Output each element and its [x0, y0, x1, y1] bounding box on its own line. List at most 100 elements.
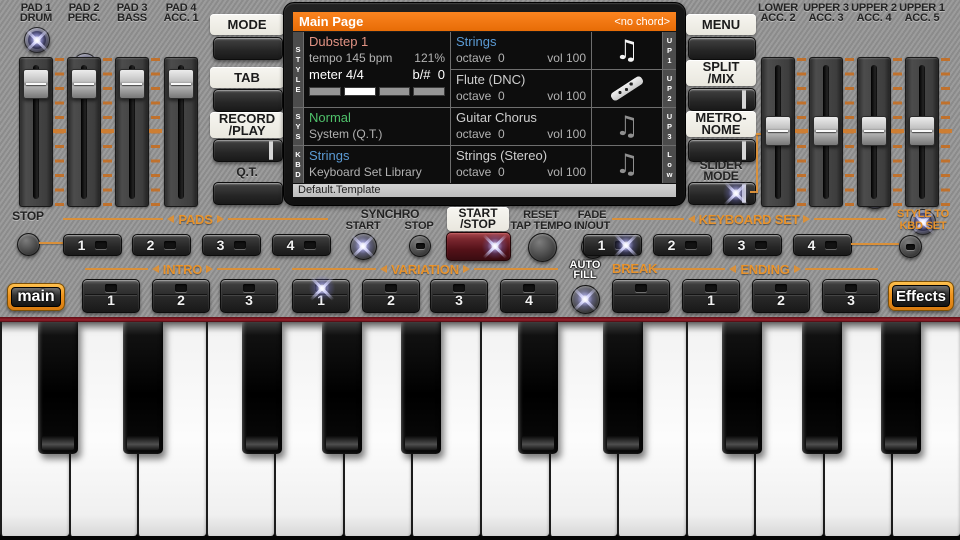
ending-button-3[interactable]: 3	[822, 279, 880, 313]
piano-black-key[interactable]	[401, 322, 441, 454]
pad1-fader-track	[19, 57, 53, 207]
piano-black-key[interactable]	[802, 322, 842, 454]
auto-fill-label: AUTO FILL	[558, 260, 612, 280]
style-info-cell[interactable]: Dubstep 1 tempo 145 bpm 121% meter 4/4 b…	[304, 32, 450, 107]
track-low-cell[interactable]: Strings (Stereo) octave 0 vol 100	[451, 146, 591, 183]
variation-button-4[interactable]: 4	[500, 279, 558, 313]
record-play-button[interactable]	[213, 139, 283, 162]
pad3-fader-track	[115, 57, 149, 207]
track-up2-cell[interactable]: Flute (DNC) octave 0 vol 100	[451, 70, 591, 107]
upper2-fader-handle[interactable]	[861, 116, 887, 146]
pad1-led-button[interactable]	[24, 27, 50, 53]
low-icon-cell: ♫	[592, 146, 662, 183]
indicator-slot	[825, 241, 837, 249]
synchro-start-button[interactable]	[350, 233, 377, 260]
low-side-label: Low	[663, 146, 676, 183]
mode-button[interactable]	[213, 37, 283, 60]
break-button[interactable]	[612, 279, 670, 313]
effects-button[interactable]: Effects	[888, 281, 954, 311]
piano-black-key[interactable]	[123, 322, 163, 454]
tap-tempo-label: TAP TEMPO	[508, 221, 574, 231]
pad-button-1[interactable]: 1	[63, 234, 122, 256]
intro-button-2[interactable]: 2	[152, 279, 210, 313]
ending-button-1[interactable]: 1	[682, 279, 740, 313]
track-up3-cell[interactable]: Guitar Chorus octave 0 vol 100	[451, 108, 591, 145]
template-status-bar: Default.Template	[293, 184, 676, 197]
upper2-fader-track	[857, 57, 891, 207]
indicator-slot	[685, 241, 697, 249]
intro-button-3[interactable]: 3	[220, 279, 278, 313]
indicator-slot	[635, 284, 647, 292]
start-stop-label-card: START /STOP	[447, 207, 509, 231]
pad-button-2[interactable]: 2	[132, 234, 191, 256]
upper1-fader-handle[interactable]	[909, 116, 935, 146]
piano-black-key[interactable]	[881, 322, 921, 454]
lit-led-icon	[568, 282, 602, 316]
style-to-kbd-set-button[interactable]	[899, 235, 922, 258]
slider-mode-label: SLIDER MODE	[686, 160, 756, 182]
piano-black-key[interactable]	[518, 322, 558, 454]
intro-button-1[interactable]: 1	[82, 279, 140, 313]
intro-group-label: INTRO	[85, 262, 280, 276]
sys-info-cell[interactable]: Normal System (Q.T.)	[304, 108, 450, 145]
auto-fill-button[interactable]	[571, 285, 600, 314]
connector-line	[756, 133, 758, 193]
variation-button-2[interactable]: 2	[362, 279, 420, 313]
synchro-stop-button[interactable]	[409, 235, 431, 257]
kbd-info-cell[interactable]: Strings Keyboard Set Library	[304, 146, 450, 183]
metronome-label-card: METRO- NOME	[686, 111, 756, 137]
tab-label-card: TAB	[210, 67, 284, 88]
upper3-fader-handle[interactable]	[813, 116, 839, 146]
pad3-fader-handle[interactable]	[119, 69, 145, 99]
style-tempo-pct: 121%	[414, 51, 445, 65]
note-icon: ♫	[615, 111, 639, 142]
pad-button-4[interactable]: 4	[272, 234, 331, 256]
main-display[interactable]: Main Page <no chord> STYLE Dubstep 1 tem…	[283, 2, 686, 206]
display-title: Main Page	[299, 14, 363, 29]
keyboard-set-button-4[interactable]: 4	[793, 234, 852, 256]
stacked-squares-icon	[742, 91, 746, 109]
pad4-fader-handle[interactable]	[168, 69, 194, 99]
slider-mode-button[interactable]	[688, 182, 756, 205]
track-up1-cell[interactable]: Strings octave 0 vol 100	[451, 32, 591, 69]
kbd-side-label: KBD	[293, 146, 303, 183]
up1-icon-cell: ♫	[592, 32, 662, 69]
indicator-slot	[105, 284, 117, 292]
style-accidentals: b/# 0	[412, 67, 445, 82]
menu-button[interactable]	[688, 37, 756, 60]
start-stop-button[interactable]	[446, 232, 511, 261]
piano-black-key[interactable]	[722, 322, 762, 454]
indicator-slot	[95, 241, 107, 249]
lower-fader-handle[interactable]	[765, 116, 791, 146]
stacked-squares-icon	[742, 185, 746, 203]
keyboard-set-button-3[interactable]: 3	[723, 234, 782, 256]
fader-scale-ticks	[151, 58, 160, 206]
variation-button-3[interactable]: 3	[430, 279, 488, 313]
piano-black-key[interactable]	[242, 322, 282, 454]
upper1-fader-track	[905, 57, 939, 207]
keyboard-set-button-2[interactable]: 2	[653, 234, 712, 256]
pad1-fader-handle[interactable]	[23, 69, 49, 99]
tap-tempo-button[interactable]	[528, 233, 557, 262]
piano-black-key[interactable]	[38, 322, 78, 454]
arranger-app: PAD 1 DRUM PAD 2 PERC. PAD 3 BASS PAD 4 …	[0, 0, 960, 540]
pad-button-3[interactable]: 3	[202, 234, 261, 256]
indicator-slot	[175, 284, 187, 292]
tab-button[interactable]	[213, 89, 283, 112]
ending-button-2[interactable]: 2	[752, 279, 810, 313]
piano-black-key[interactable]	[322, 322, 362, 454]
piano-black-key[interactable]	[603, 322, 643, 454]
variation-button-1[interactable]: 1	[292, 279, 350, 313]
main-button[interactable]: main	[7, 283, 65, 311]
stop-button[interactable]	[17, 233, 40, 256]
indicator-slot	[315, 284, 327, 292]
qt-button[interactable]	[213, 182, 283, 205]
lower-fader-track	[761, 57, 795, 207]
up2-icon-cell	[592, 70, 662, 107]
pad2-fader-handle[interactable]	[71, 69, 97, 99]
indicator-slot	[304, 241, 316, 249]
fader-scale-ticks	[797, 58, 806, 206]
keyboard-set-button-1[interactable]: 1	[583, 234, 642, 256]
fade-inout-label: IN/OUT	[568, 221, 616, 231]
split-mix-button[interactable]	[688, 88, 756, 111]
